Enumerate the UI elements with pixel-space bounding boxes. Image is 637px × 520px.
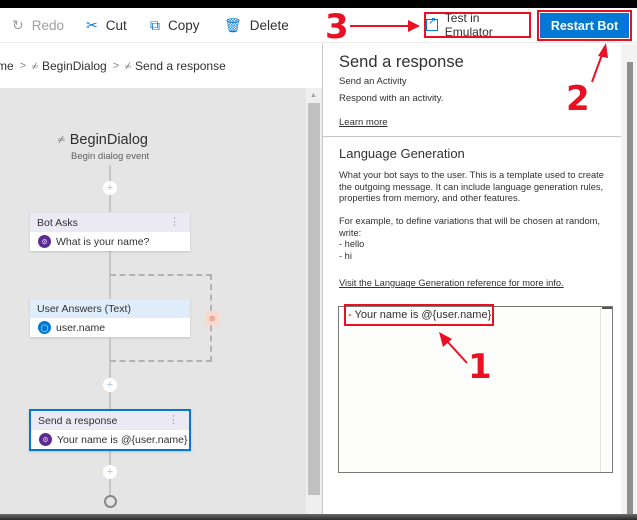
- cut-icon: ✂: [86, 17, 98, 33]
- lg-editor-value[interactable]: - Your name is @{user.name}: [344, 304, 494, 326]
- breadcrumb: me > ▫⁄▫ BeginDialog > ▫⁄▫ Send a respon…: [0, 44, 322, 88]
- redo-button[interactable]: ↻ Redo: [12, 8, 64, 43]
- test-in-emulator-button[interactable]: Test in Emulator: [424, 11, 531, 39]
- loop-remove-button[interactable]: ⊗: [205, 311, 219, 325]
- trigger-subtitle: Begin dialog event: [71, 151, 150, 162]
- node-bot-asks[interactable]: Bot Asks ⋮ ⚙ What is your name?: [30, 213, 190, 251]
- more-options-icon[interactable]: ⋮: [169, 216, 180, 228]
- node-header: Bot Asks ⋮: [30, 213, 190, 232]
- annotation-number-3: 3: [325, 7, 349, 47]
- window-top-edge: [0, 0, 637, 8]
- delete-icon: 🗑: [224, 17, 242, 33]
- user-icon: ◯: [38, 321, 51, 334]
- flow-end-icon: [104, 495, 117, 508]
- breadcrumb-separator: >: [19, 60, 27, 72]
- breadcrumb-separator: >: [112, 60, 120, 72]
- panel-section-divider: [323, 136, 621, 137]
- dialog-icon: ▫⁄▫: [58, 134, 65, 146]
- restart-bot-highlight: Restart Bot: [537, 10, 632, 41]
- bot-icon: ⚙: [38, 235, 51, 248]
- window-bottom-edge: [0, 514, 637, 520]
- lg-reference-link[interactable]: Visit the Language Generation reference …: [339, 278, 564, 288]
- node-body: ◯ user.name: [30, 318, 190, 337]
- copy-icon: ⧉: [150, 17, 160, 33]
- panel-scrollbar[interactable]: [621, 44, 637, 514]
- node-header: User Answers (Text): [30, 299, 190, 318]
- redo-icon: ↻: [12, 17, 24, 33]
- add-step-button[interactable]: +: [103, 378, 117, 392]
- panel-title: Send a response: [339, 53, 464, 71]
- scroll-up-icon[interactable]: ▲: [310, 92, 317, 99]
- learn-more-link[interactable]: Learn more: [339, 117, 388, 128]
- annotation-number-1: 1: [468, 347, 492, 387]
- add-step-button[interactable]: +: [103, 465, 117, 479]
- canvas-scrollbar-thumb[interactable]: [308, 103, 320, 495]
- node-send-response[interactable]: Send a response ⋮ ⚙ Your name is @{user.…: [29, 409, 191, 451]
- node-body: ⚙ Your name is @{user.name}: [31, 430, 189, 449]
- dialog-icon: ▫⁄▫: [125, 61, 131, 71]
- panel-description: Respond with an activity.: [339, 93, 444, 104]
- breadcrumb-item-send-response[interactable]: Send a response: [135, 59, 226, 73]
- dialog-icon: ▫⁄▫: [32, 61, 38, 71]
- lg-help-text: What your bot says to the user. This is …: [339, 170, 604, 261]
- add-step-button[interactable]: +: [103, 181, 117, 195]
- annotation-number-2: 2: [566, 79, 590, 119]
- lg-section-title: Language Generation: [339, 146, 465, 161]
- bot-icon: ⚙: [39, 433, 52, 446]
- delete-button[interactable]: 🗑 Delete: [224, 8, 289, 43]
- node-user-answers[interactable]: User Answers (Text) ◯ user.name: [30, 299, 190, 337]
- lg-editor[interactable]: [338, 306, 613, 473]
- cut-button[interactable]: ✂ Cut: [86, 8, 127, 43]
- canvas-scrollbar[interactable]: ▲: [306, 88, 322, 515]
- node-body: ⚙ What is your name?: [30, 232, 190, 251]
- panel-subtitle: Send an Activity: [339, 76, 407, 87]
- editor-scrollbar[interactable]: [600, 307, 612, 472]
- breadcrumb-item-home[interactable]: me: [0, 59, 14, 73]
- breadcrumb-item-begindialog[interactable]: BeginDialog: [42, 59, 107, 73]
- more-options-icon[interactable]: ⋮: [168, 414, 179, 426]
- trigger-title: ▫⁄▫ BeginDialog: [58, 132, 148, 148]
- node-header: Send a response ⋮: [31, 411, 189, 430]
- open-external-icon: [426, 16, 438, 31]
- restart-bot-button[interactable]: Restart Bot: [540, 13, 629, 38]
- copy-button[interactable]: ⧉ Copy: [150, 8, 200, 43]
- panel-scrollbar-thumb[interactable]: [627, 62, 633, 514]
